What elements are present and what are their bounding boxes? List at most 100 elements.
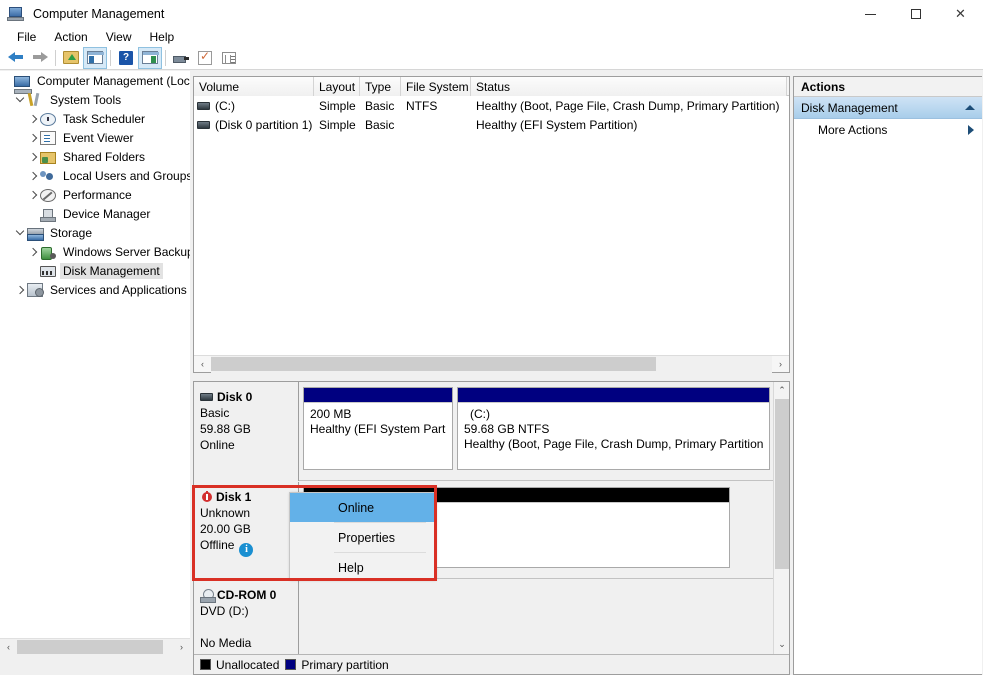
column-header-file-system[interactable]: File System — [401, 77, 471, 96]
column-header-status[interactable]: Status — [471, 77, 787, 96]
sidebar-item-system-tools[interactable]: System Tools — [0, 90, 190, 109]
disk-size: 20.00 GB — [200, 522, 251, 536]
sidebar-item-computer-management-local[interactable]: Computer Management (Local — [0, 71, 190, 94]
sidebar-item-local-users-and-groups[interactable]: Local Users and Groups — [0, 166, 190, 185]
chevron-right-icon — [968, 125, 974, 135]
sidebar-item-performance[interactable]: Performance — [0, 185, 190, 204]
context-menu-item-properties[interactable]: Properties — [290, 523, 434, 552]
forward-button[interactable] — [28, 47, 52, 69]
chevron-right-icon[interactable] — [26, 109, 40, 128]
disk-management-icon — [40, 266, 56, 277]
disk-vertical-scrollbar[interactable]: ⌃ ⌄ — [773, 382, 789, 674]
export-list-button[interactable] — [217, 47, 241, 69]
actions-header: Actions — [794, 77, 982, 97]
sidebar-item-event-viewer[interactable]: Event Viewer — [0, 128, 190, 147]
close-button[interactable]: ✕ — [938, 0, 983, 28]
sidebar-item-task-scheduler[interactable]: Task Scheduler — [0, 109, 190, 128]
menu-bar: File Action View Help — [0, 28, 983, 46]
up-folder-button[interactable] — [59, 47, 83, 69]
disk-state-label: No Media — [200, 636, 252, 650]
tree-scroll-right-button[interactable]: › — [173, 639, 190, 656]
window-controls: ✕ — [848, 0, 983, 28]
sidebar-item-label: Device Manager — [63, 206, 151, 221]
context-menu-item-online[interactable]: Online — [290, 493, 434, 522]
volume-scroll-right-button[interactable]: › — [772, 356, 789, 373]
disk-scroll-down-button[interactable]: ⌄ — [774, 636, 789, 652]
chevron-right-icon[interactable] — [26, 242, 40, 261]
chevron-right-icon[interactable] — [26, 128, 40, 147]
show-action-pane-button[interactable] — [138, 46, 162, 69]
sidebar-item-storage[interactable]: Storage — [0, 223, 190, 242]
up-folder-icon — [63, 51, 79, 64]
tree-scroll-left-button[interactable]: ‹ — [0, 639, 17, 656]
menu-view[interactable]: View — [97, 29, 141, 45]
sidebar-item-windows-server-backup[interactable]: Windows Server Backup — [0, 242, 190, 261]
chevron-up-icon[interactable] — [965, 105, 975, 110]
disk-partitions: 200 MB Healthy (EFI System Partiti (C:) 59.… — [299, 382, 774, 480]
chevron-right-icon[interactable] — [26, 166, 40, 185]
help-icon: ? — [119, 50, 133, 65]
sidebar-item-label: Storage — [50, 225, 93, 240]
column-header-volume[interactable]: Volume — [194, 77, 314, 96]
cell-volume: (C:) — [194, 96, 314, 115]
sidebar-item-label: Windows Server Backup — [63, 244, 190, 259]
properties-button[interactable] — [169, 47, 193, 69]
toolbar-separator — [55, 49, 56, 66]
maximize-button[interactable] — [893, 0, 938, 28]
sidebar-item-disk-management[interactable]: Disk Management — [0, 261, 190, 280]
actions-group-disk-management[interactable]: Disk Management — [794, 97, 982, 119]
volume-scroll-track[interactable] — [211, 355, 772, 373]
show-hide-tree-button[interactable] — [83, 46, 107, 69]
partition-block[interactable]: (C:) 59.68 GB NTFS Healthy (Boot, Page Fil… — [457, 387, 770, 470]
disk-row[interactable]: Disk 1 Unknown 20.00 GB Offline i — [194, 482, 774, 579]
cell-type: Basic — [365, 98, 395, 113]
sidebar-item-shared-folders[interactable]: Shared Folders — [0, 147, 190, 166]
tree-scroll-thumb[interactable] — [17, 639, 163, 654]
disk-scroll-up-button[interactable]: ⌃ — [774, 382, 789, 398]
menu-file[interactable]: File — [8, 29, 45, 45]
back-button[interactable] — [4, 47, 28, 69]
action-more-actions[interactable]: More Actions — [794, 119, 982, 141]
event-viewer-icon — [40, 131, 56, 145]
disk-rows: Disk 0 Basic 59.88 GB Online 200 MB Healthy (… — [194, 382, 774, 660]
minimize-button[interactable] — [848, 0, 893, 28]
chevron-down-icon[interactable] — [13, 223, 27, 242]
local-users-groups-icon — [40, 170, 56, 183]
sidebar-item-device-manager[interactable]: Device Manager — [0, 204, 190, 223]
table-row[interactable]: (Disk 0 partition 1) Simple Basic Healthy (… — [194, 115, 789, 134]
disk-row[interactable]: Disk 0 Basic 59.88 GB Online 200 MB Healthy (… — [194, 382, 774, 481]
disk-name: Disk 1 — [216, 490, 252, 504]
volume-scroll-thumb[interactable] — [211, 356, 656, 371]
disk-row[interactable]: CD-ROM 0 DVD (D:) No Media — [194, 580, 774, 660]
column-header-type[interactable]: Type — [360, 77, 401, 96]
menu-action[interactable]: Action — [45, 29, 96, 45]
table-row[interactable]: (C:) Simple Basic NTFS Healthy (Boot, Page F… — [194, 96, 789, 115]
tree-scroll-track[interactable] — [17, 638, 173, 655]
partition-block[interactable]: 200 MB Healthy (EFI System Partiti — [303, 387, 453, 470]
cell-status: Healthy (EFI System Partition) — [476, 117, 638, 132]
info-badge-icon[interactable]: i — [239, 543, 254, 557]
menu-help[interactable]: Help — [141, 29, 184, 45]
device-manager-icon — [40, 208, 56, 222]
column-header-layout[interactable]: Layout — [314, 77, 360, 96]
disk-scroll-thumb[interactable] — [775, 399, 789, 569]
tree-horizontal-scrollbar[interactable]: ‹ › — [0, 638, 190, 655]
disk-kind: Basic — [200, 406, 230, 420]
show-action-pane-icon — [142, 51, 159, 64]
disk-label[interactable]: Disk 1 Unknown 20.00 GB Offline i — [194, 482, 299, 579]
chevron-right-icon[interactable] — [26, 185, 40, 204]
refresh-button[interactable] — [193, 47, 217, 69]
partition-details: 200 MB Healthy (EFI System Partiti — [304, 402, 452, 469]
sidebar-item-services-and-applications[interactable]: Services and Applications — [0, 280, 190, 299]
volume-scroll-left-button[interactable]: ‹ — [194, 356, 211, 373]
volume-horizontal-scrollbar[interactable]: ‹ › — [194, 355, 789, 373]
sidebar-item-label: System Tools — [50, 92, 122, 107]
chevron-right-icon[interactable] — [26, 147, 40, 166]
context-menu-item-help[interactable]: Help — [290, 553, 434, 582]
disk-label[interactable]: CD-ROM 0 DVD (D:) No Media — [194, 580, 299, 660]
chevron-right-icon[interactable] — [13, 280, 27, 299]
console-tree[interactable]: Computer Management (Local System Tools Ta… — [0, 71, 190, 655]
disk-label[interactable]: Disk 0 Basic 59.88 GB Online — [194, 382, 299, 481]
help-button[interactable]: ? — [114, 47, 138, 69]
disk-context-menu[interactable]: Online Properties Help — [289, 492, 435, 579]
